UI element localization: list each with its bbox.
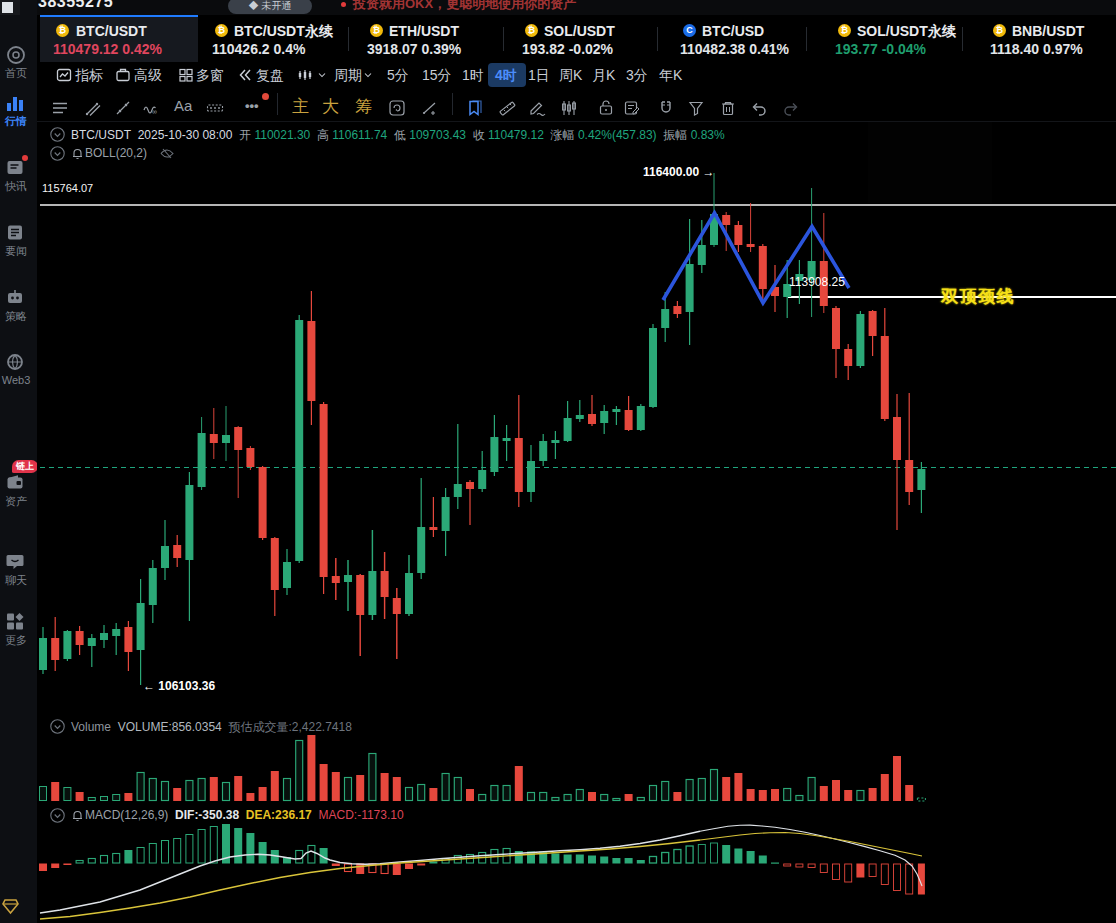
svg-text:∞: ∞: [152, 108, 157, 115]
